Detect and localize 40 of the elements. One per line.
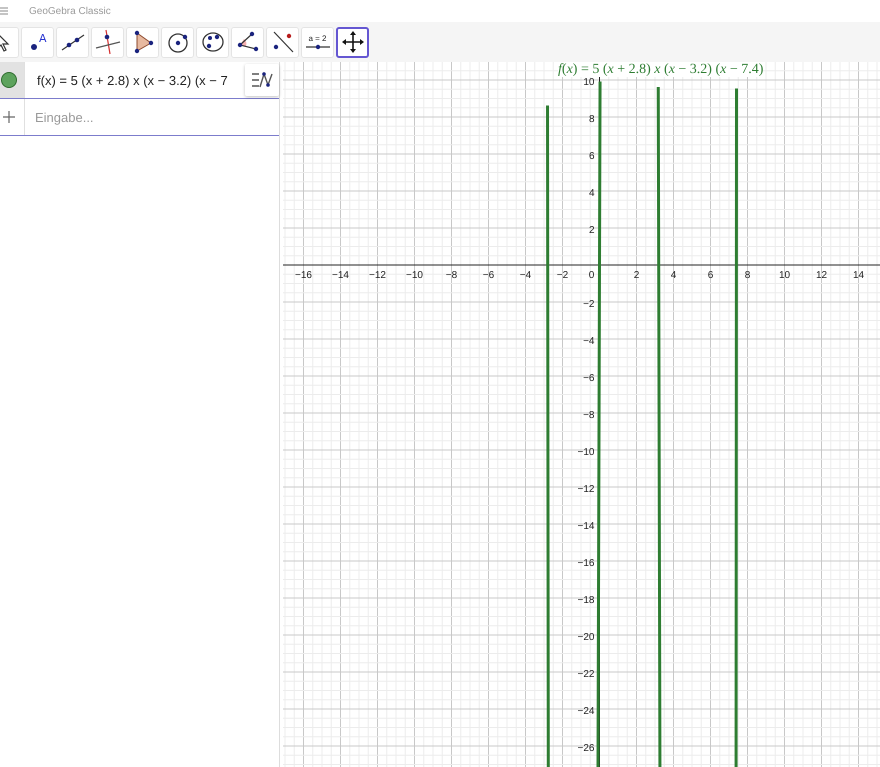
axis-tick-label: −26	[578, 743, 594, 754]
algebra-formula[interactable]: f(x) = 5 (x + 2.8) x (x − 3.2) (x − 7	[37, 72, 228, 88]
axis-tick-label: −12	[578, 484, 594, 495]
axis-tick-label: −16	[295, 270, 312, 281]
axis-tick-label: −22	[578, 669, 594, 680]
axis-tick-label: 6	[708, 270, 714, 281]
axis-tick-label: −2	[556, 270, 568, 281]
axis-tick-label: −4	[583, 336, 594, 347]
axis-tick-label: −6	[583, 373, 594, 384]
input-field[interactable]: Eingabe...	[33, 108, 267, 126]
window-title: GeoGebra Classic	[29, 6, 111, 16]
axis-tick-label: 2	[588, 225, 594, 236]
axis-tick-label: −10	[578, 447, 594, 458]
axis-tick-label: 6	[588, 151, 594, 162]
axis-tick-label: −20	[578, 632, 594, 643]
axis-tick-label: −8	[583, 410, 594, 421]
axis-tick-label: 10	[778, 270, 790, 281]
axis-tick-label: 8	[744, 270, 750, 281]
axis-tick-label: −24	[578, 706, 594, 717]
axis-tick-label: −18	[578, 595, 594, 606]
axis-tick-label: 0	[588, 270, 594, 281]
axis-tick-label: 14	[852, 270, 864, 281]
tool-button[interactable]: a = 2	[301, 26, 334, 58]
axis-tick-label: −4	[520, 270, 532, 281]
axis-tick-label: 12	[816, 270, 828, 281]
axis-tick-label: 8	[588, 114, 594, 125]
axis-tick-label: −14	[332, 270, 349, 281]
axis-tick-label: −16	[578, 558, 594, 569]
axis-tick-label: −14	[578, 521, 594, 532]
axis-tick-label: 2	[634, 270, 640, 281]
axis-tick-label: −6	[482, 270, 494, 281]
axis-tick-label: −12	[369, 270, 386, 281]
axis-tick-label: −2	[583, 299, 594, 310]
function-label: f(x) = 5 (x + 2.8) x (x − 3.2) (x − 7.4)	[558, 62, 764, 77]
axis-tick-label: −8	[446, 270, 458, 281]
axis-tick-label: 4	[588, 188, 594, 199]
tool-button[interactable]: A	[21, 26, 54, 58]
axis-tick-label: 4	[670, 270, 676, 281]
axis-tick-label: 10	[583, 77, 594, 88]
axis-tick-label: −10	[406, 270, 423, 281]
